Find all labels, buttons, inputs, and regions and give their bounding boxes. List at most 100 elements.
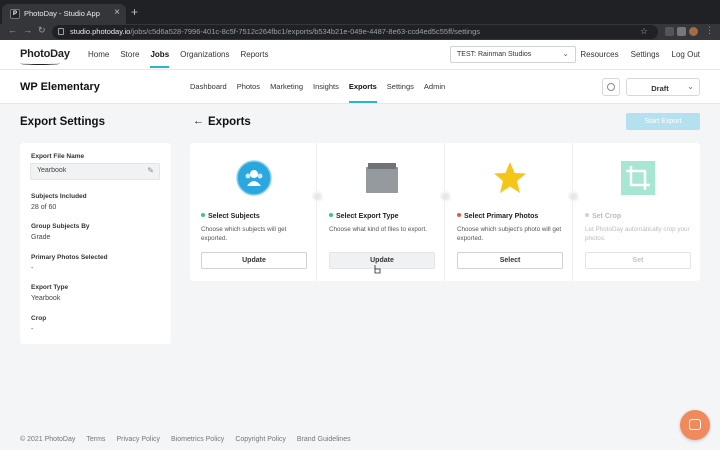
chat-bubble-icon (689, 419, 701, 430)
step-description: Choose which subjects will get exported. (201, 226, 287, 242)
app-header: PhotoDay Home Store Jobs Organizations R… (0, 40, 720, 70)
profile-avatar-icon[interactable] (689, 27, 698, 36)
step-connector-icon (568, 191, 579, 202)
status-value: Draft (651, 84, 669, 93)
footer-link-brand[interactable]: Brand Guidelines (297, 436, 351, 443)
step-title: Select Export Type (329, 213, 399, 220)
job-tabs: Dashboard Photos Marketing Insights Expo… (190, 82, 455, 103)
nav-store[interactable]: Store (120, 50, 139, 59)
footer-link-terms[interactable]: Terms (86, 436, 105, 443)
new-tab-icon[interactable]: + (131, 5, 138, 19)
footer-link-privacy[interactable]: Privacy Policy (116, 436, 160, 443)
exports-heading: Exports (208, 116, 251, 128)
step-description: Choose which subject's photo will get ex… (457, 226, 562, 242)
set-crop-button[interactable]: Set (585, 252, 691, 269)
photoday-logo[interactable]: PhotoDay (20, 48, 70, 60)
step-title: Set Crop (585, 213, 621, 220)
main-nav: Home Store Jobs Organizations Reports (88, 50, 280, 68)
back-arrow-icon[interactable]: ← (193, 115, 204, 127)
step-title: Select Primary Photos (457, 213, 538, 220)
tab-marketing[interactable]: Marketing (270, 82, 303, 91)
nav-organizations[interactable]: Organizations (180, 50, 229, 59)
tab-dashboard[interactable]: Dashboard (190, 82, 227, 91)
status-select[interactable]: Draft ⌄ (626, 78, 700, 96)
status-dot-icon (201, 213, 205, 217)
export-settings-panel: Export File Name ✎ Subjects Included 28 … (20, 143, 171, 344)
nav-home[interactable]: Home (88, 50, 109, 59)
right-nav: Resources Settings Log Out (568, 50, 700, 59)
clock-icon (607, 83, 615, 91)
subjects-included-value: 28 of 60 (31, 204, 57, 211)
page-title: Export Settings (20, 116, 105, 128)
photoday-favicon-icon: P (10, 9, 20, 19)
forward-icon[interactable]: → (23, 25, 32, 35)
step-description: Let PhotoDay automatically crop your pho… (585, 226, 690, 242)
lock-icon (58, 28, 64, 35)
crop-icon (621, 161, 655, 195)
browser-tabbar: P PhotoDay - Studio App × + (0, 0, 720, 24)
footer: © 2021 PhotoDay Terms Privacy Policy Bio… (20, 436, 362, 443)
export-type-value: Yearbook (31, 295, 61, 302)
nav-settings[interactable]: Settings (631, 50, 660, 59)
pencil-icon[interactable]: ✎ (147, 166, 154, 175)
file-name-field[interactable]: ✎ (30, 163, 160, 180)
file-name-input[interactable] (37, 167, 137, 174)
tab-admin[interactable]: Admin (424, 82, 445, 91)
step-title: Select Subjects (201, 213, 260, 220)
address-bar[interactable]: studio.photoday.io/jobs/c5d6a528-7996-40… (52, 25, 658, 39)
update-subjects-button[interactable]: Update (201, 252, 307, 269)
tab-close-icon[interactable]: × (114, 7, 120, 18)
folder-icon (366, 163, 398, 193)
studio-select-value: TEST: Rainman Studios (457, 51, 532, 58)
file-name-label: Export File Name (31, 153, 85, 160)
tab-settings[interactable]: Settings (387, 82, 414, 91)
update-export-type-button[interactable]: Update (329, 252, 435, 269)
extension-icon[interactable] (665, 27, 674, 36)
nav-reports[interactable]: Reports (241, 50, 269, 59)
crop-value: - (31, 326, 34, 333)
status-dot-icon (585, 213, 589, 217)
crop-label: Crop (31, 315, 47, 322)
footer-link-copyright[interactable]: Copyright Policy (235, 436, 286, 443)
browser-tab-title: PhotoDay - Studio App (24, 9, 100, 18)
hand-cursor-icon (374, 265, 381, 274)
group-by-value: Grade (31, 234, 51, 241)
step-card-primary-photos: Select Primary Photos Choose which subje… (446, 143, 573, 281)
studio-select[interactable]: TEST: Rainman Studios ⌄ (450, 46, 576, 63)
footer-link-biometrics[interactable]: Biometrics Policy (171, 436, 224, 443)
step-description: Choose what kind of files to export. (329, 226, 428, 233)
select-primary-photos-button[interactable]: Select (457, 252, 563, 269)
tab-photos[interactable]: Photos (237, 82, 260, 91)
tab-exports[interactable]: Exports (348, 82, 377, 103)
bookmark-star-icon[interactable]: ☆ (640, 26, 648, 37)
back-icon[interactable]: ← (8, 25, 17, 35)
job-header: WP Elementary Dashboard Photos Marketing… (0, 70, 720, 104)
nav-resources[interactable]: Resources (580, 50, 618, 59)
tab-insights[interactable]: Insights (313, 82, 339, 91)
primary-photos-label: Primary Photos Selected (31, 254, 108, 261)
nav-jobs[interactable]: Jobs (150, 50, 169, 68)
step-connector-icon (312, 191, 323, 202)
browser-tab[interactable]: P PhotoDay - Studio App × (2, 4, 126, 24)
export-type-label: Export Type (31, 284, 69, 291)
export-steps: Select Subjects Choose which subjects wi… (190, 143, 700, 281)
nav-logout[interactable]: Log Out (672, 50, 700, 59)
primary-photos-value: - (31, 265, 34, 272)
copyright-text: © 2021 PhotoDay (20, 436, 76, 443)
start-export-button[interactable]: Start Export (626, 113, 700, 130)
chat-button[interactable] (680, 410, 710, 440)
status-dot-icon (329, 213, 333, 217)
subjects-included-label: Subjects Included (31, 193, 87, 200)
browser-toolbar: ← → ↻ studio.photoday.io/jobs/c5d6a528-7… (0, 24, 720, 40)
step-connector-icon (440, 191, 451, 202)
reload-icon[interactable]: ↻ (38, 25, 46, 36)
job-title: WP Elementary (20, 81, 100, 93)
history-button[interactable] (602, 78, 620, 96)
subjects-icon (236, 160, 272, 196)
logo-swoosh (20, 62, 60, 65)
puzzle-icon[interactable] (677, 27, 686, 36)
menu-dots-icon[interactable]: ⋮ (705, 25, 714, 36)
step-card-subjects: Select Subjects Choose which subjects wi… (190, 143, 317, 281)
status-dot-icon (457, 213, 461, 217)
step-card-crop: Set Crop Let PhotoDay automatically crop… (574, 143, 701, 281)
